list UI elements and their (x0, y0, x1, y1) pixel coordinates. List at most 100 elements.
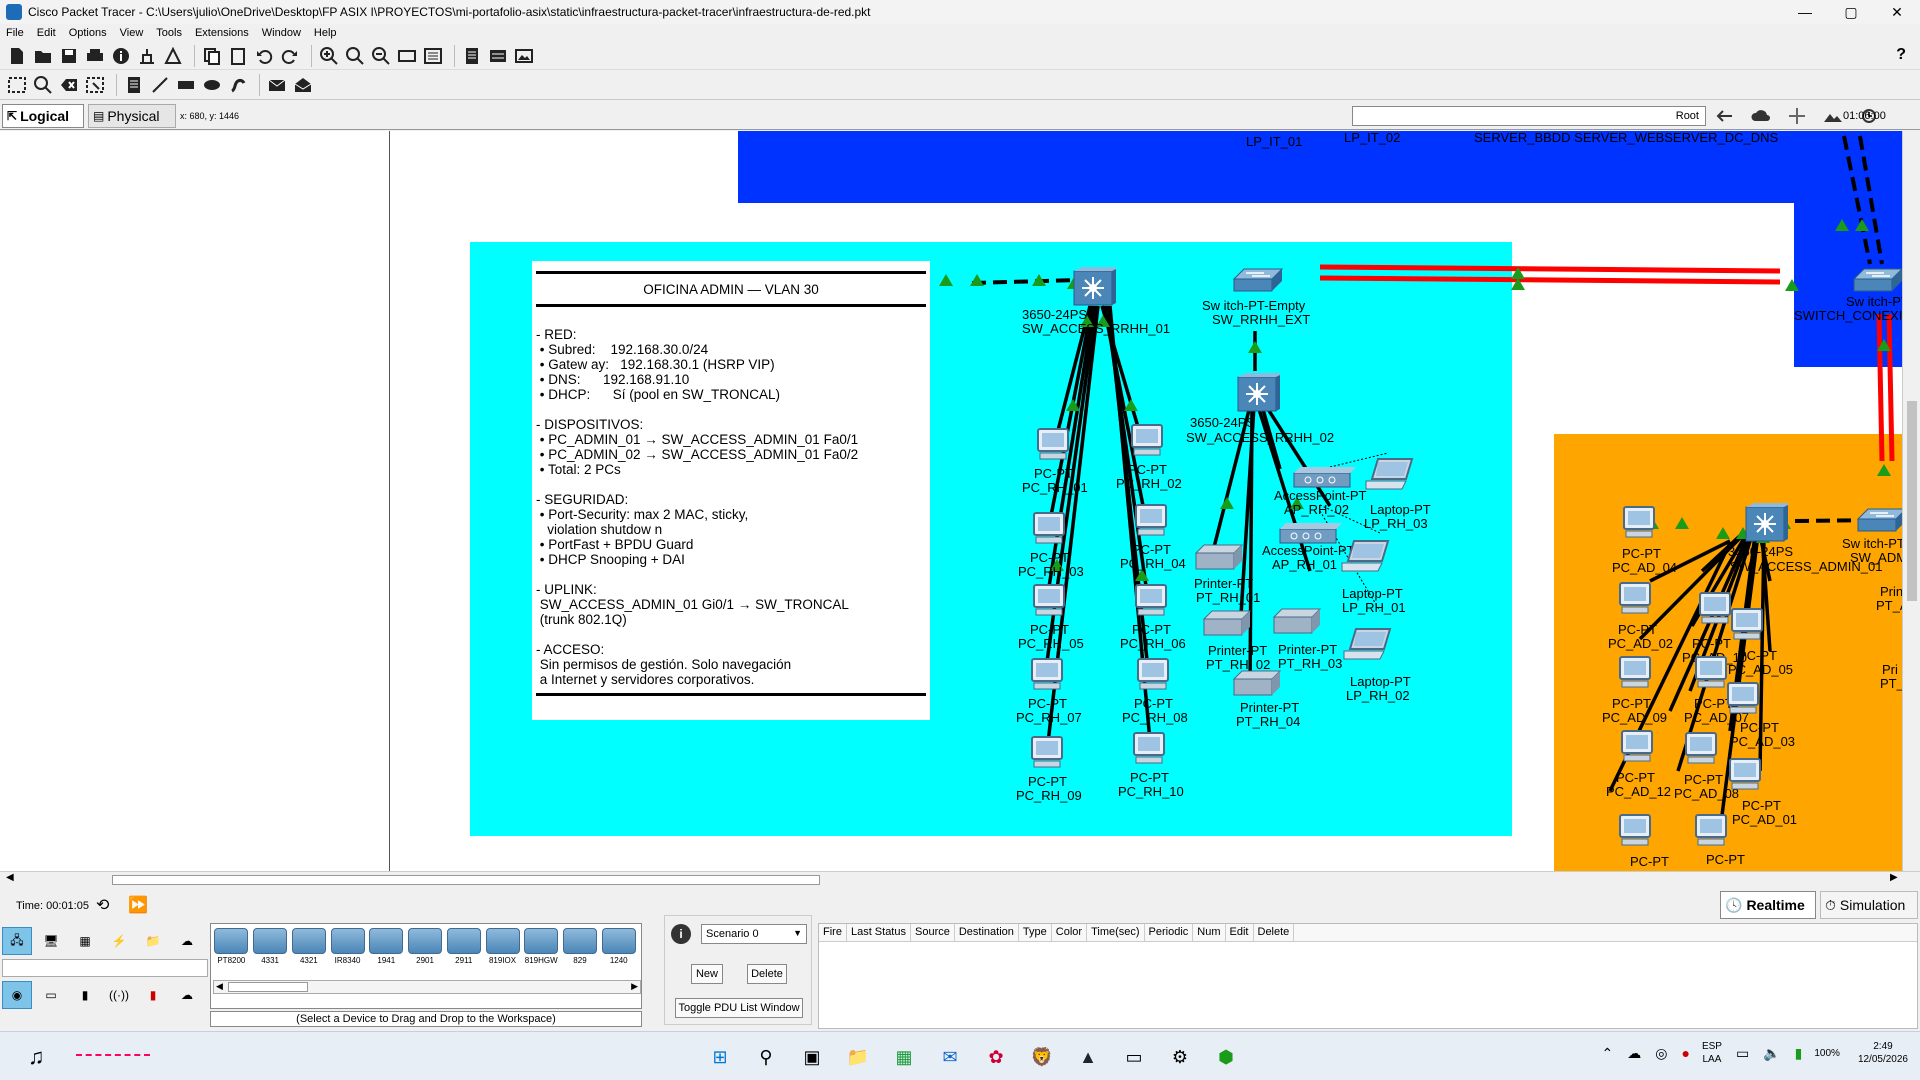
zoom-reset-icon[interactable] (344, 45, 366, 67)
drawing-palette-icon[interactable] (396, 45, 418, 67)
pc-icon[interactable] (1614, 581, 1654, 617)
rectangle-icon[interactable] (175, 74, 197, 96)
pc-icon[interactable] (1726, 607, 1766, 643)
volume-mute-icon[interactable]: 🔈 (1763, 1045, 1780, 1062)
components-icon[interactable]: ▦ (70, 927, 100, 955)
pdu-column-header[interactable]: Periodic (1145, 924, 1194, 941)
select-icon[interactable] (6, 74, 28, 96)
pc-icon[interactable] (1130, 583, 1170, 619)
view-list-icon[interactable] (461, 45, 483, 67)
pc-icon[interactable] (1028, 511, 1068, 547)
multilayer-switch-icon[interactable] (1236, 371, 1280, 415)
miscellaneous-icon[interactable]: 📁 (138, 927, 168, 955)
device-model-item[interactable]: 829 (562, 928, 599, 965)
pdu-column-header[interactable]: Edit (1226, 924, 1254, 941)
new-file-icon[interactable] (6, 45, 28, 67)
pdu-column-header[interactable]: Last Status (847, 924, 911, 941)
minimize-button[interactable]: — (1782, 0, 1828, 24)
tab-logical[interactable]: ⇱ Logical (2, 104, 84, 128)
connections-icon[interactable]: ⚡ (104, 927, 134, 955)
network-icon[interactable]: ▭ (1736, 1045, 1749, 1062)
packet-tracer-taskbar-icon[interactable]: ⬢ (1206, 1040, 1246, 1074)
scroll-left-icon[interactable]: ◀ (6, 872, 14, 883)
screenshot-icon[interactable] (513, 45, 535, 67)
close-button[interactable]: ✕ (1874, 0, 1920, 24)
open-folder-icon[interactable] (32, 45, 54, 67)
menu-file[interactable]: File (6, 27, 24, 39)
wireless-devices-icon[interactable]: ((·)) (104, 981, 134, 1009)
help-icon[interactable]: ? (1896, 46, 1906, 64)
dev-tool-icon[interactable]: ▲ (1068, 1040, 1108, 1074)
scroll-right-icon[interactable]: ▶ (631, 981, 638, 992)
add-complex-pdu-icon[interactable] (292, 74, 314, 96)
pc-icon[interactable] (1614, 813, 1654, 849)
custom-device-icon[interactable] (422, 45, 444, 67)
device-model-item[interactable]: 1941 (368, 928, 405, 965)
pc-icon[interactable] (1680, 731, 1720, 767)
vertical-scrollbar[interactable] (1902, 131, 1920, 871)
menu-options[interactable]: Options (69, 27, 107, 39)
save-icon[interactable] (58, 45, 80, 67)
add-pdu-icon[interactable] (266, 74, 288, 96)
menu-tools[interactable]: Tools (156, 27, 182, 39)
back-arrow-icon[interactable] (1712, 106, 1738, 126)
pc-icon[interactable] (1618, 505, 1658, 541)
multilayer-switch-icon[interactable] (1072, 265, 1116, 309)
laptop-icon[interactable] (1364, 457, 1416, 493)
pdu-column-header[interactable]: Time(sec) (1087, 924, 1145, 941)
resize-icon[interactable] (84, 74, 106, 96)
pdu-column-header[interactable]: Color (1052, 924, 1088, 941)
move-object-icon[interactable] (1784, 106, 1810, 126)
switch-icon[interactable] (1852, 265, 1902, 295)
freeform-icon[interactable] (227, 74, 249, 96)
windows-start-icon[interactable]: ⊞ (700, 1040, 740, 1074)
system-clock[interactable]: 2:49 12/05/2026 (1858, 1040, 1908, 1066)
battery-icon[interactable]: ▮ (1795, 1045, 1803, 1062)
switch-icon[interactable] (1856, 505, 1902, 535)
pc-icon[interactable] (1026, 735, 1066, 771)
cluster-cloud-icon[interactable] (1748, 106, 1774, 126)
laptop-icon[interactable] (1342, 627, 1394, 663)
copy-icon[interactable] (201, 45, 223, 67)
brave-browser-icon[interactable]: 🦁 (1022, 1040, 1062, 1074)
delete-scenario-button[interactable]: Delete (747, 964, 787, 984)
pc-icon[interactable] (1130, 503, 1170, 539)
pc-icon[interactable] (1026, 657, 1066, 693)
device-model-item[interactable]: 2911 (445, 928, 482, 965)
maximize-button[interactable]: ▢ (1828, 0, 1874, 24)
printer-icon[interactable] (1272, 607, 1322, 637)
menu-window[interactable]: Window (262, 27, 301, 39)
ellipse-icon[interactable] (201, 74, 223, 96)
steam-icon[interactable]: ◎ (1655, 1045, 1667, 1062)
pc-icon[interactable] (1724, 757, 1764, 793)
power-cycle-icon[interactable]: ⟲ (96, 895, 109, 915)
horizontal-scrollbar[interactable]: ◀ ▶ (0, 871, 1920, 887)
printer-icon[interactable] (1194, 543, 1244, 573)
pc-icon[interactable] (1614, 655, 1654, 691)
network-devices-icon[interactable]: 🖧 (2, 927, 32, 955)
routers-icon[interactable]: ◉ (2, 981, 32, 1009)
pc-icon[interactable] (1126, 423, 1166, 459)
menu-extensions[interactable]: Extensions (195, 27, 249, 39)
pc-icon[interactable] (1132, 657, 1172, 693)
realtime-mode-button[interactable]: 🕓 Realtime (1720, 891, 1816, 919)
zoom-out-icon[interactable] (370, 45, 392, 67)
pdu-column-header[interactable]: Delete (1254, 924, 1295, 941)
menu-edit[interactable]: Edit (37, 27, 56, 39)
delete-icon[interactable] (58, 74, 80, 96)
device-model-item[interactable]: 4321 (290, 928, 327, 965)
toggle-pdu-list-button[interactable]: Toggle PDU List Window (675, 998, 803, 1018)
scenario-select[interactable]: Scenario 0 ▼ (701, 924, 807, 944)
pc-icon[interactable] (1128, 731, 1168, 767)
pdu-column-header[interactable]: Source (911, 924, 955, 941)
logical-workspace-canvas[interactable]: LP_IT_01 LP_IT_02 SERVER_BBDD SERVER_WEB… (390, 131, 1902, 871)
sheets-app-icon[interactable]: ▦ (884, 1040, 924, 1074)
zoom-in-icon[interactable] (318, 45, 340, 67)
pc-icon[interactable] (1616, 729, 1656, 765)
menu-help[interactable]: Help (314, 27, 337, 39)
menu-view[interactable]: View (120, 27, 144, 39)
antivirus-icon[interactable]: ● (1681, 1045, 1689, 1061)
onedrive-cloud-icon[interactable]: ☁ (1627, 1045, 1641, 1062)
info-icon[interactable]: i (671, 924, 691, 944)
new-scenario-button[interactable]: New (691, 964, 723, 984)
